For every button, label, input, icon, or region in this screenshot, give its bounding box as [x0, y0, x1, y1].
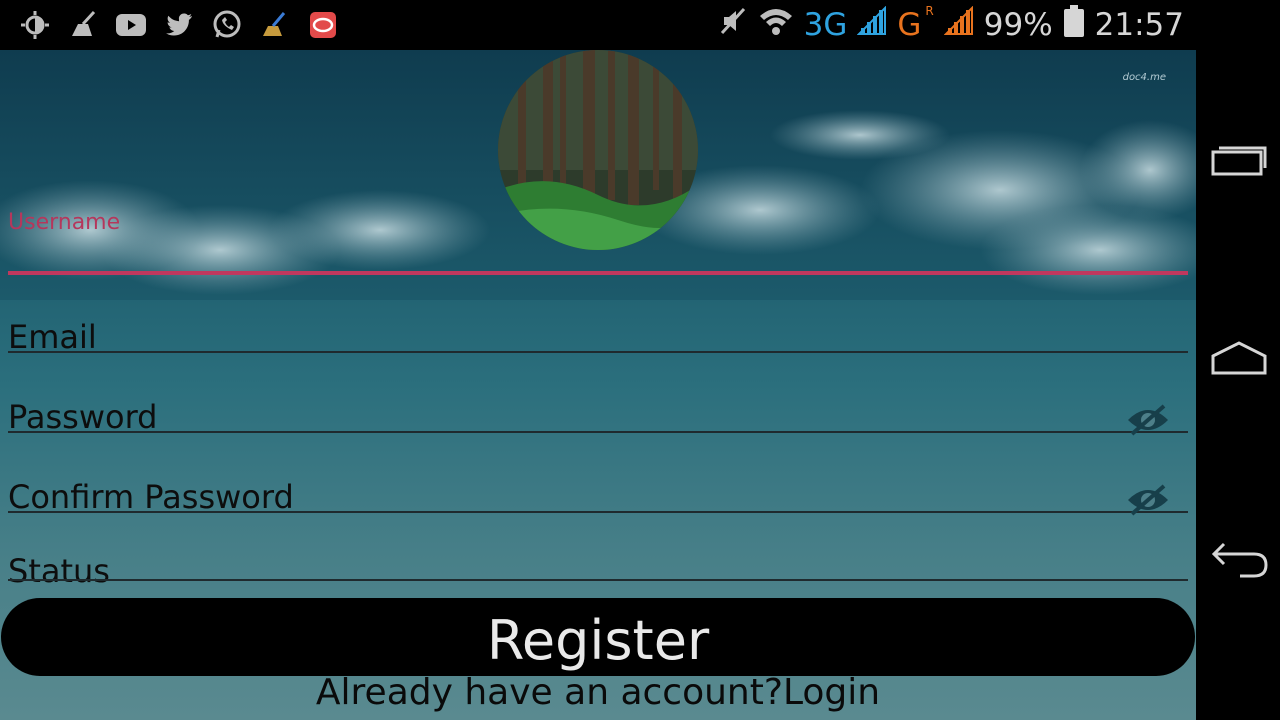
status-indicators: 3G G R 99% 21:57: [718, 4, 1184, 45]
mute-icon: [718, 6, 748, 44]
forest-image: [498, 50, 698, 250]
email-field[interactable]: [8, 351, 1188, 353]
clock: 21:57: [1094, 7, 1184, 43]
password-field[interactable]: [8, 431, 1188, 433]
whatsapp-icon: [210, 8, 244, 42]
register-screen: doc4.me Username Email Password Confirm …: [0, 50, 1196, 720]
brightness-icon: [18, 8, 52, 42]
twitter-icon: [162, 8, 196, 42]
network-g-label: G: [897, 7, 922, 43]
cleaner-icon: [258, 8, 292, 42]
watermark: doc4.me: [1122, 72, 1166, 83]
recent-apps-icon[interactable]: [1210, 140, 1268, 180]
username-label: Username: [8, 210, 121, 235]
confirm-password-visibility-toggle-icon[interactable]: [1126, 482, 1170, 518]
app-icon: [306, 8, 340, 42]
battery-icon: [1063, 5, 1085, 45]
wifi-icon: [758, 6, 794, 44]
status-field[interactable]: [8, 579, 1188, 581]
back-icon[interactable]: [1210, 538, 1268, 578]
password-visibility-toggle-icon[interactable]: [1126, 402, 1170, 438]
navigation-bar: [1196, 0, 1280, 720]
signal-g-icon: [943, 5, 974, 44]
broom-icon: [66, 8, 100, 42]
signal-3g-icon: [856, 5, 887, 44]
confirm-password-field[interactable]: [8, 511, 1188, 513]
network-3g-label: 3G: [803, 7, 848, 43]
login-link[interactable]: Already have an account?Login: [0, 672, 1196, 713]
notification-icons: [18, 8, 340, 42]
status-label: Status: [8, 552, 110, 590]
username-field[interactable]: [8, 271, 1188, 275]
register-button[interactable]: Register: [1, 598, 1195, 676]
home-icon[interactable]: [1210, 338, 1268, 378]
status-bar: 3G G R 99% 21:57: [0, 0, 1196, 50]
roaming-label: R: [925, 4, 934, 18]
youtube-icon: [114, 8, 148, 42]
battery-percent: 99%: [983, 7, 1053, 43]
profile-avatar[interactable]: [498, 50, 698, 250]
